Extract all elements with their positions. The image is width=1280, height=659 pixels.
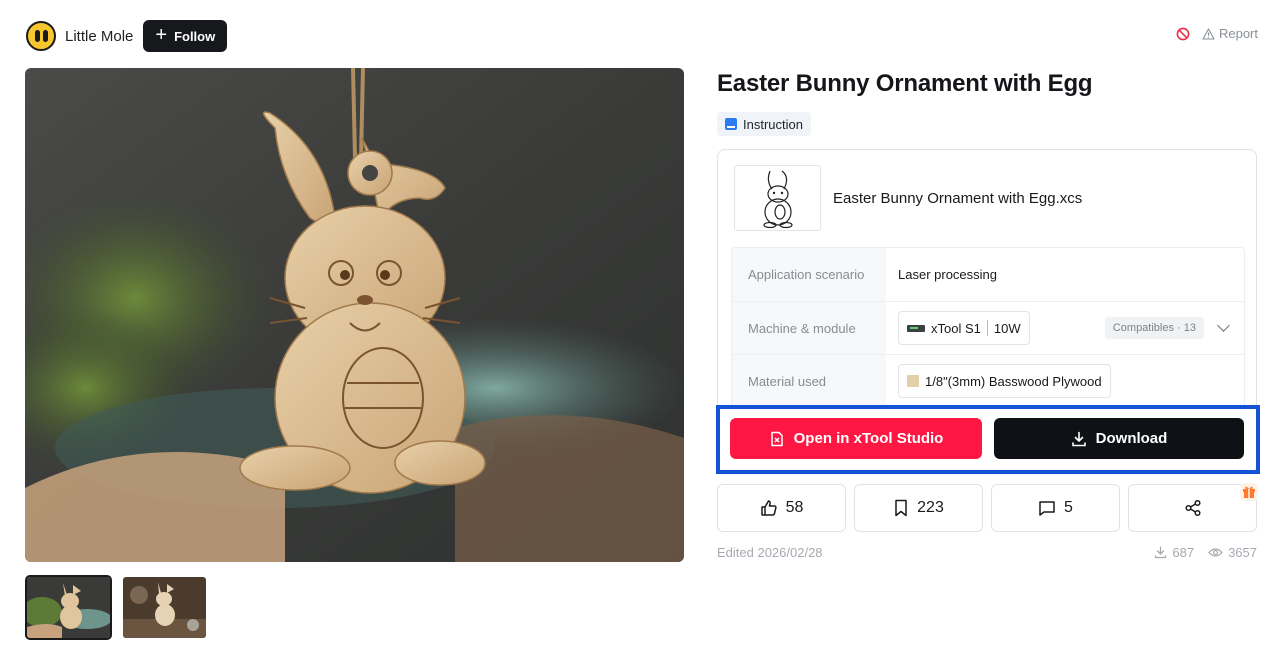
plus-icon: + (155, 24, 168, 46)
instruction-label: Instruction (743, 116, 803, 132)
report-button[interactable]: Report (1202, 26, 1258, 41)
spec-row-machine: Machine & module xTool S1 10W Compatible… (732, 301, 1244, 354)
bookmark-icon (895, 499, 907, 517)
avatar-eye-right (42, 30, 48, 42)
comment-count: 5 (1064, 499, 1073, 516)
bookmark-count: 223 (917, 499, 944, 516)
instruction-tag[interactable]: Instruction (717, 112, 811, 136)
spec-value-material: 1/8"(3mm) Basswood Plywood (886, 355, 1244, 406)
stats-bar: 58 223 5 (717, 484, 1257, 532)
chip-divider (986, 320, 988, 336)
edited-date: Edited 2026/02/28 (717, 545, 823, 560)
comment-button[interactable]: 5 (991, 484, 1120, 532)
bookmark-button[interactable]: 223 (854, 484, 983, 532)
top-actions: Report (1176, 26, 1258, 41)
eye-icon (1208, 548, 1223, 557)
author-avatar[interactable] (26, 21, 56, 51)
spec-label-material: Material used (732, 355, 886, 406)
machine-icon (907, 324, 925, 332)
view-count-value: 3657 (1228, 545, 1257, 560)
spec-value-machine: xTool S1 10W Compatibles · 13 (886, 302, 1244, 354)
download-label: Download (1095, 430, 1168, 447)
thumbnail-2[interactable] (121, 575, 208, 640)
view-count: 3657 (1208, 545, 1257, 560)
warning-icon (1202, 27, 1215, 40)
download-count-value: 687 (1172, 545, 1195, 560)
spec-row-material: Material used 1/8"(3mm) Basswood Plywood (732, 354, 1244, 406)
like-button[interactable]: 58 (717, 484, 846, 532)
chevron-down-icon[interactable] (1217, 319, 1230, 332)
comment-icon (1039, 501, 1055, 516)
download-count: 687 (1154, 545, 1194, 560)
instruction-icon (725, 118, 737, 130)
spec-value-application: Laser processing (898, 267, 997, 282)
thumbnail-1[interactable] (25, 575, 112, 640)
avatar-eye-left (34, 30, 40, 42)
author-block: Little Mole + Follow (26, 20, 228, 52)
machine-chip[interactable]: xTool S1 10W (898, 311, 1030, 345)
material-chip[interactable]: 1/8"(3mm) Basswood Plywood (898, 364, 1111, 398)
bunny-outline-icon (762, 170, 793, 229)
spec-table: Application scenario Laser processing Ma… (731, 247, 1245, 407)
download-icon (1071, 431, 1086, 446)
spec-label-machine: Machine & module (732, 302, 886, 354)
spec-row-application: Application scenario Laser processing (732, 248, 1244, 301)
author-name[interactable]: Little Mole (65, 28, 133, 45)
meta-counts: 687 3657 (1154, 545, 1257, 560)
design-title: Easter Bunny Ornament with Egg (717, 70, 1093, 97)
download-button[interactable]: Download (994, 418, 1244, 459)
open-label: Open in xTool Studio (793, 430, 944, 447)
spec-label-application: Application scenario (732, 248, 886, 301)
share-button[interactable] (1128, 484, 1257, 532)
file-row[interactable]: Easter Bunny Ornament with Egg.xcs (734, 165, 1082, 231)
main-product-image[interactable] (25, 68, 684, 562)
block-icon[interactable] (1176, 27, 1190, 41)
machine-name: xTool S1 (931, 320, 981, 336)
file-preview (734, 165, 821, 231)
open-in-xtool-studio-button[interactable]: Open in xTool Studio (730, 418, 982, 459)
thumbs-up-icon (760, 500, 777, 516)
gift-icon[interactable] (1240, 483, 1258, 501)
follow-button[interactable]: + Follow (143, 20, 228, 52)
machine-module: 10W (993, 320, 1021, 336)
file-name: Easter Bunny Ornament with Egg.xcs (833, 189, 1083, 207)
report-label: Report (1218, 26, 1258, 41)
share-icon (1184, 499, 1201, 517)
material-name: 1/8"(3mm) Basswood Plywood (925, 373, 1102, 389)
open-file-icon (770, 431, 783, 446)
material-swatch (907, 375, 919, 387)
follow-label: Follow (174, 28, 216, 44)
compatibles-badge[interactable]: Compatibles · 13 (1104, 317, 1204, 339)
like-count: 58 (785, 499, 804, 516)
download-small-icon (1155, 546, 1167, 559)
thumbnail-strip (25, 575, 208, 640)
